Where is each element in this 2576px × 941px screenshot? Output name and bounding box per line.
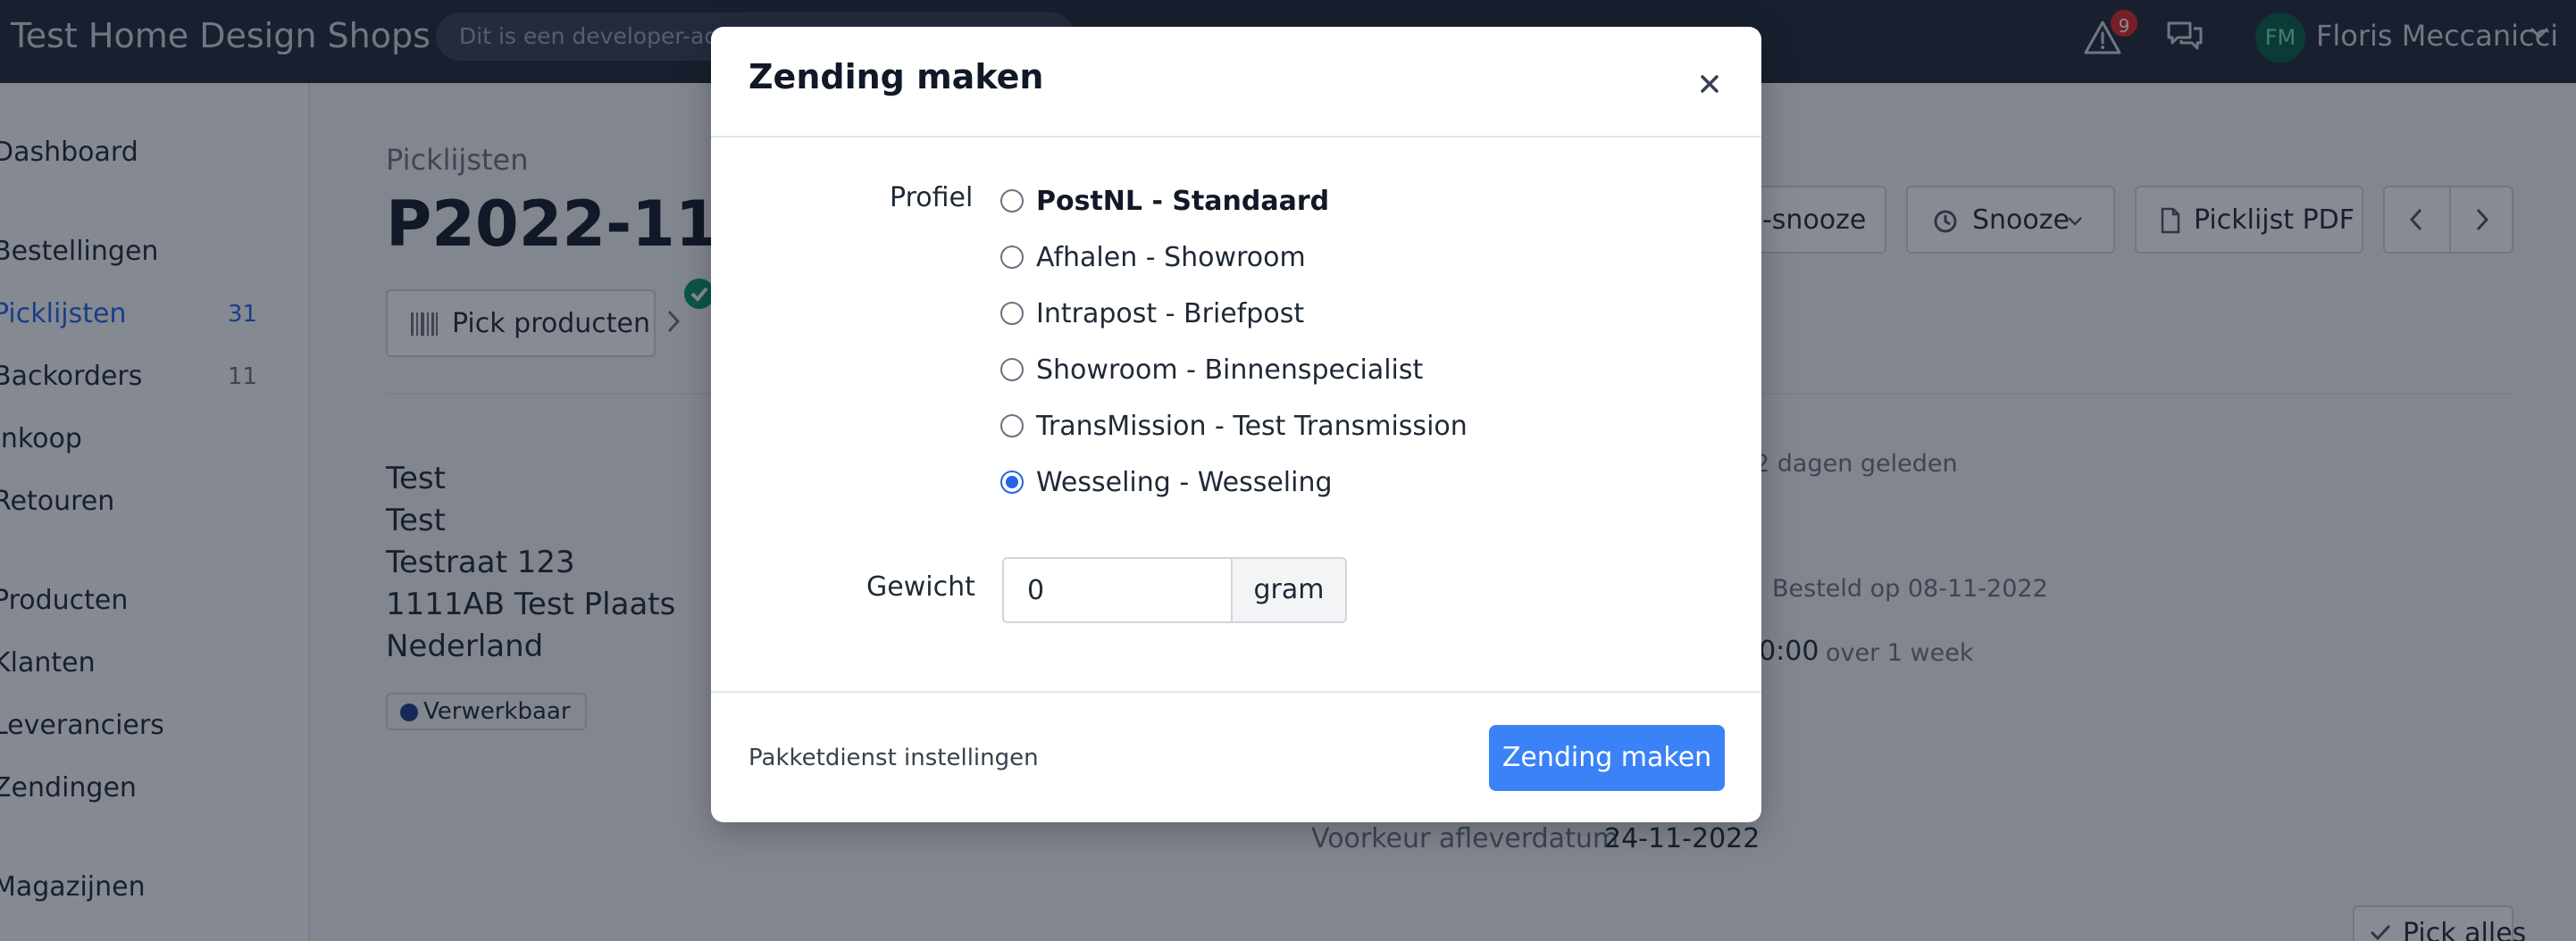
modal-title: Zending maken — [749, 57, 1044, 96]
profile-option-label: Wesseling - Wesseling — [1036, 466, 1333, 498]
weight-unit: gram — [1231, 557, 1347, 623]
radio-button-checked[interactable] — [1000, 470, 1024, 494]
profile-option-label: PostNL - Standaard — [1036, 185, 1330, 217]
profile-option-label: Afhalen - Showroom — [1036, 241, 1306, 273]
carrier-settings-link[interactable]: Pakketdienst instellingen — [749, 745, 1039, 771]
radio-button[interactable] — [1000, 189, 1024, 212]
profile-option[interactable]: Intrapost - Briefpost — [1000, 296, 1304, 331]
modal-footer-divider — [711, 691, 1761, 693]
create-shipment-button[interactable]: Zending maken — [1489, 725, 1725, 791]
radio-button[interactable] — [1000, 358, 1024, 381]
profile-option[interactable]: Showroom - Binnenspecialist — [1000, 352, 1423, 387]
profile-option-label: Showroom - Binnenspecialist — [1036, 354, 1424, 386]
modal-header-divider — [711, 136, 1761, 137]
profile-option[interactable]: Afhalen - Showroom — [1000, 239, 1306, 275]
radio-button[interactable] — [1000, 246, 1024, 269]
profile-option-label: TransMission - Test Transmission — [1036, 410, 1468, 442]
profile-option-selected[interactable]: Wesseling - Wesseling — [1000, 464, 1333, 500]
radio-button[interactable] — [1000, 302, 1024, 325]
radio-button[interactable] — [1000, 414, 1024, 437]
profile-label: Profiel — [890, 182, 974, 213]
profile-option[interactable]: TransMission - Test Transmission — [1000, 408, 1468, 444]
close-icon — [1701, 75, 1719, 93]
profile-option-label: Intrapost - Briefpost — [1036, 297, 1305, 329]
create-shipment-modal: Zending maken Profiel PostNL - Standaard… — [711, 27, 1761, 822]
weight-label: Gewicht — [866, 571, 975, 603]
profile-option[interactable]: PostNL - Standaard — [1000, 183, 1329, 219]
close-button[interactable] — [1694, 68, 1726, 100]
weight-input[interactable] — [1002, 557, 1233, 623]
